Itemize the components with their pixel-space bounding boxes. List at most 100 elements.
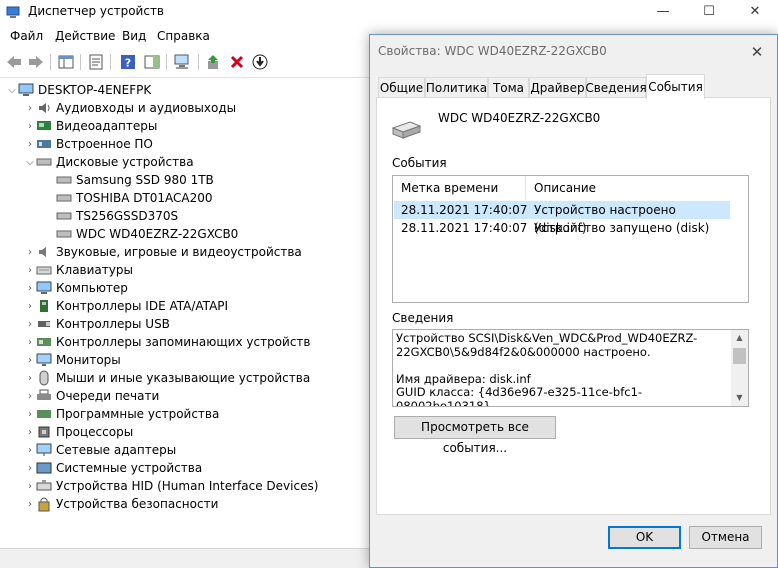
ide-controller-icon (36, 298, 52, 314)
menu-action[interactable]: Действие (55, 29, 115, 43)
usb-icon (36, 316, 52, 332)
expand-icon[interactable]: › (24, 279, 36, 297)
tab-volumes[interactable]: Тома (488, 77, 529, 98)
scroll-up-icon[interactable]: ▲ (731, 330, 748, 346)
enable-device-icon[interactable] (250, 52, 270, 72)
expand-icon[interactable]: › (24, 117, 36, 135)
tree-child-disk[interactable]: WDC WD40EZRZ-22GXCB0 (56, 225, 238, 243)
properties-icon[interactable] (86, 52, 106, 72)
processor-icon (36, 424, 52, 440)
dialog-close-button[interactable]: ✕ (741, 39, 773, 65)
show-hide-tree-icon[interactable] (56, 52, 76, 72)
device-manager-icon (6, 6, 20, 18)
tree-child-disk[interactable]: TS256GSSD370S (56, 207, 178, 225)
tree-item-ide[interactable]: › Контроллеры IDE ATA/ATAPI (24, 297, 228, 315)
menu-view[interactable]: Вид (122, 29, 146, 43)
collapse-icon[interactable]: ⌵ (6, 81, 18, 99)
window-title: Диспетчер устройств (28, 4, 165, 18)
expand-icon[interactable]: › (24, 387, 36, 405)
tree-item-monitors[interactable]: › Мониторы (24, 351, 121, 369)
uninstall-device-icon[interactable] (227, 52, 247, 72)
tree-item-hid[interactable]: › Устройства HID (Human Interface Device… (24, 477, 318, 495)
computer-icon (18, 82, 34, 98)
event-row[interactable]: 28.11.2021 17:40:07 Устройство настроено… (394, 201, 730, 235)
expand-icon[interactable]: › (24, 459, 36, 477)
event-row[interactable]: 28.11.2021 17:40:07 Устройство запущено … (394, 219, 730, 237)
ok-button[interactable]: OK (608, 526, 681, 549)
disk-icon (56, 172, 72, 188)
tree-item-label: Мыши и иные указывающие устройства (56, 371, 311, 385)
tree-item-audio[interactable]: › Аудиовходы и аудиовыходы (24, 99, 236, 117)
update-driver-icon[interactable] (204, 52, 224, 72)
close-button[interactable]: ✕ (732, 0, 778, 24)
event-time: 28.11.2021 17:40:07 (401, 203, 528, 217)
tree-item-label: Видеоадаптеры (56, 119, 158, 133)
properties-dialog: Свойства: WDC WD40EZRZ-22GXCB0 ✕ Общие П… (369, 34, 778, 568)
tree-item-computer[interactable]: › Компьютер (24, 279, 128, 297)
expand-icon[interactable]: › (24, 369, 36, 387)
dialog-title: Свойства: WDC WD40EZRZ-22GXCB0 (378, 44, 607, 58)
tree-item-storage-controllers[interactable]: › Контроллеры запоминающих устройств (24, 333, 310, 351)
menu-help[interactable]: Справка (157, 29, 210, 43)
column-header-timestamp[interactable]: Метка времени (401, 176, 498, 200)
expand-icon[interactable]: › (24, 99, 36, 117)
tree-item-disk-drives[interactable]: ⌵ Дисковые устройства (24, 153, 193, 171)
cancel-button[interactable]: Отмена (689, 526, 762, 549)
tab-driver[interactable]: Драйвер (529, 77, 586, 98)
expand-icon[interactable]: › (24, 423, 36, 441)
view-all-events-button[interactable]: Просмотреть все события... (394, 416, 556, 455)
tab-general[interactable]: Общие (378, 77, 425, 98)
back-icon[interactable] (4, 52, 24, 72)
tree-item-software-devices[interactable]: › Программные устройства (24, 405, 219, 423)
device-tree: ⌵ DESKTOP-4ENEFPK › Аудиовходы и аудиовы… (0, 79, 372, 539)
expand-icon[interactable]: › (24, 297, 36, 315)
tree-item-usb[interactable]: › Контроллеры USB (24, 315, 170, 333)
tree-item-system-devices[interactable]: › Системные устройства (24, 459, 202, 477)
expand-icon[interactable]: › (24, 315, 36, 333)
expand-icon[interactable]: › (24, 495, 36, 513)
minimize-button[interactable]: — (640, 0, 686, 24)
help-icon[interactable]: ? (118, 52, 138, 72)
collapse-icon[interactable]: ⌵ (24, 153, 36, 171)
tree-item-display-adapters[interactable]: › Видеоадаптеры (24, 117, 157, 135)
action-pane-icon[interactable] (142, 52, 162, 72)
maximize-button[interactable]: ☐ (686, 0, 732, 24)
menu-file[interactable]: Файл (10, 29, 43, 43)
tree-item-print-queues[interactable]: › Очереди печати (24, 387, 159, 405)
expand-icon[interactable]: › (24, 405, 36, 423)
scroll-down-icon[interactable]: ▼ (731, 390, 748, 406)
expand-icon[interactable]: › (24, 333, 36, 351)
forward-icon[interactable] (26, 52, 46, 72)
tree-child-disk[interactable]: TOSHIBA DT01ACA200 (56, 189, 213, 207)
expand-icon[interactable]: › (24, 477, 36, 495)
scroll-thumb[interactable] (733, 348, 746, 364)
expand-icon[interactable]: › (24, 135, 36, 153)
expand-icon[interactable]: › (24, 441, 36, 459)
event-time: 28.11.2021 17:40:07 (401, 221, 528, 235)
column-header-description[interactable]: Описание (534, 176, 596, 200)
expand-icon[interactable]: › (24, 261, 36, 279)
expand-icon[interactable]: › (24, 351, 36, 369)
security-device-icon (36, 496, 52, 512)
tree-item-label: Контроллеры USB (56, 317, 170, 331)
tree-item-firmware[interactable]: › Встроенное ПО (24, 135, 153, 153)
tree-child-disk[interactable]: Samsung SSD 980 1TB (56, 171, 214, 189)
events-list[interactable]: Метка времени Описание 28.11.2021 17:40:… (392, 175, 749, 303)
tab-events[interactable]: События (646, 74, 705, 99)
tree-item-processors[interactable]: › Процессоры (24, 423, 133, 441)
tree-item-security-devices[interactable]: › Устройства безопасности (24, 495, 218, 513)
tree-item-network-adapters[interactable]: › Сетевые адаптеры (24, 441, 176, 459)
tab-details[interactable]: Сведения (585, 77, 647, 98)
details-textbox[interactable]: Устройство SCSI\Disk&Ven_WDC&Prod_WD40EZ… (392, 329, 749, 407)
tree-item-sound[interactable]: › Звуковые, игровые и видеоустройства (24, 243, 302, 261)
tab-policy[interactable]: Политика (425, 77, 488, 98)
vertical-scrollbar[interactable]: ▲ ▼ (731, 330, 748, 406)
tree-item-mice[interactable]: › Мыши и иные указывающие устройства (24, 369, 310, 387)
tree-root[interactable]: ⌵ DESKTOP-4ENEFPK (6, 81, 151, 99)
expand-icon[interactable]: › (24, 243, 36, 261)
events-label: События (392, 156, 447, 170)
event-description: Устройство запущено (disk) (534, 221, 710, 235)
tree-item-label: Компьютер (56, 281, 128, 295)
tree-item-keyboards[interactable]: › Клавиатуры (24, 261, 133, 279)
scan-hardware-icon[interactable] (172, 52, 192, 72)
